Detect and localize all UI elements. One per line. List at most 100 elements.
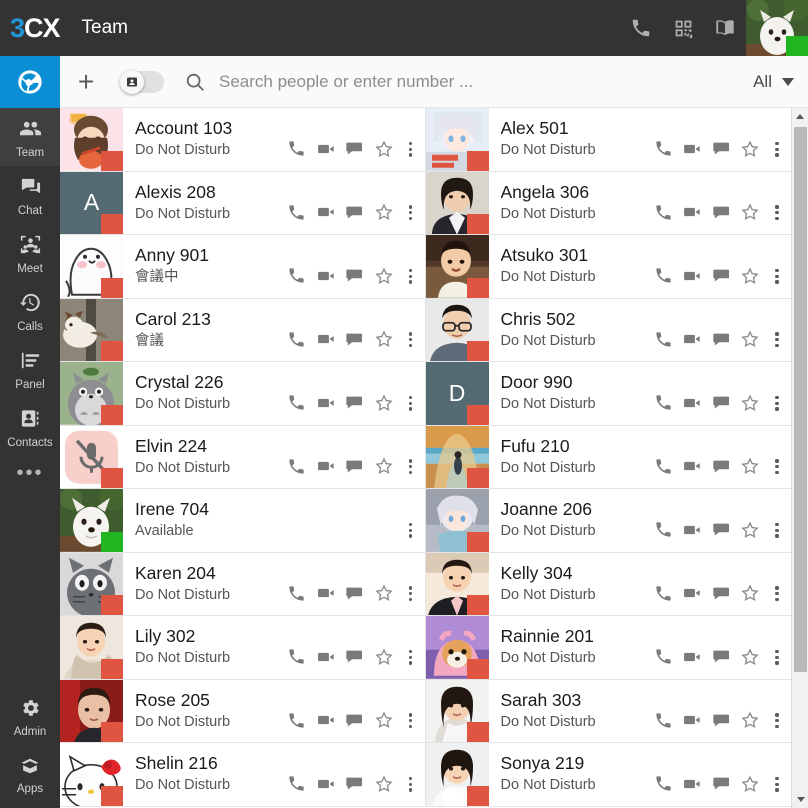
favorite-star-icon[interactable]: [374, 774, 394, 794]
more-options-icon[interactable]: [403, 332, 419, 349]
video-call-icon[interactable]: [682, 710, 702, 730]
favorite-star-icon[interactable]: [374, 583, 394, 603]
contact-row[interactable]: Lily 302 Do Not Disturb: [60, 616, 426, 680]
chat-icon[interactable]: [345, 583, 365, 603]
favorite-star-icon[interactable]: [374, 266, 394, 286]
more-options-icon[interactable]: [403, 395, 419, 413]
contact-avatar[interactable]: [425, 679, 489, 742]
favorite-star-icon[interactable]: [740, 583, 760, 603]
call-icon[interactable]: [653, 520, 673, 540]
favorite-star-icon[interactable]: [740, 266, 760, 286]
favorite-star-icon[interactable]: [740, 520, 760, 540]
3cx-logo-icon[interactable]: 3CX: [10, 13, 61, 44]
contact-row[interactable]: Irene 704 Available: [60, 489, 426, 553]
video-call-icon[interactable]: [682, 266, 702, 286]
sidebar-item-apps[interactable]: Apps: [0, 745, 60, 802]
more-options-icon[interactable]: [769, 141, 785, 159]
more-options-icon[interactable]: [769, 459, 785, 476]
video-call-icon[interactable]: [682, 520, 702, 540]
chat-icon[interactable]: [711, 329, 731, 349]
call-icon[interactable]: [287, 329, 307, 349]
contact-row[interactable]: Atsuko 301 Do Not Disturb: [425, 235, 791, 299]
contact-avatar[interactable]: [60, 108, 123, 171]
add-contact-button[interactable]: +: [60, 56, 112, 108]
video-call-icon[interactable]: [316, 647, 336, 667]
video-call-icon[interactable]: [316, 329, 336, 349]
chat-icon[interactable]: [345, 393, 365, 413]
contact-row[interactable]: Account 103 Do Not Disturb: [60, 108, 426, 172]
contact-avatar[interactable]: [60, 425, 123, 488]
call-icon[interactable]: [653, 329, 673, 349]
call-icon[interactable]: [287, 583, 307, 603]
contact-avatar[interactable]: [60, 616, 123, 679]
call-icon[interactable]: [287, 202, 307, 222]
sidebar-item-calls[interactable]: Calls: [0, 282, 60, 340]
more-options-icon[interactable]: [403, 141, 419, 159]
favorite-star-icon[interactable]: [740, 647, 760, 667]
scrollbar-thumb[interactable]: [794, 127, 807, 672]
contact-row[interactable]: Sonya 219 Do Not Disturb: [425, 743, 791, 807]
contact-row[interactable]: Carol 213 會議: [60, 298, 426, 362]
call-icon[interactable]: [653, 710, 673, 730]
video-call-icon[interactable]: [682, 774, 702, 794]
favorite-star-icon[interactable]: [740, 202, 760, 222]
contact-row[interactable]: Anny 901 會議中: [60, 235, 426, 299]
contact-avatar[interactable]: [60, 362, 123, 425]
chat-icon[interactable]: [711, 202, 731, 222]
contact-row[interactable]: D Door 990 Do Not Disturb: [425, 362, 791, 426]
contact-row[interactable]: Joanne 206 Do Not Disturb: [425, 489, 791, 553]
call-icon[interactable]: [287, 710, 307, 730]
call-icon[interactable]: [653, 139, 673, 159]
contact-row[interactable]: Angela 306 Do Not Disturb: [425, 171, 791, 235]
favorite-star-icon[interactable]: [740, 710, 760, 730]
chat-icon[interactable]: [711, 710, 731, 730]
chat-icon[interactable]: [711, 266, 731, 286]
more-options-icon[interactable]: [769, 268, 785, 286]
more-options-icon[interactable]: [403, 649, 419, 667]
video-call-icon[interactable]: [682, 583, 702, 603]
call-icon[interactable]: [653, 583, 673, 603]
filter-dropdown[interactable]: All: [745, 72, 808, 92]
search-input[interactable]: [219, 71, 746, 92]
more-options-icon[interactable]: [403, 586, 419, 603]
favorite-star-icon[interactable]: [374, 710, 394, 730]
call-icon[interactable]: [653, 647, 673, 667]
more-options-icon[interactable]: [769, 395, 785, 413]
chat-icon[interactable]: [345, 139, 365, 159]
favorite-star-icon[interactable]: [740, 393, 760, 413]
call-icon[interactable]: [287, 647, 307, 667]
contact-avatar[interactable]: [425, 743, 489, 806]
scroll-down-button[interactable]: [792, 791, 808, 808]
chat-icon[interactable]: [345, 202, 365, 222]
contact-avatar[interactable]: A: [60, 171, 123, 234]
contact-avatar[interactable]: [425, 108, 489, 171]
sidebar-item-admin[interactable]: Admin: [0, 688, 60, 745]
more-options-icon[interactable]: [403, 522, 419, 540]
chat-icon[interactable]: [711, 393, 731, 413]
contact-avatar[interactable]: [60, 743, 123, 806]
contact-row[interactable]: Sarah 303 Do Not Disturb: [425, 679, 791, 743]
contact-row[interactable]: Rose 205 Do Not Disturb: [60, 679, 426, 743]
call-icon[interactable]: [653, 202, 673, 222]
contact-avatar[interactable]: [425, 171, 489, 234]
more-options-icon[interactable]: [769, 776, 785, 794]
chat-icon[interactable]: [711, 583, 731, 603]
video-call-icon[interactable]: [682, 393, 702, 413]
more-options-icon[interactable]: [769, 649, 785, 667]
scroll-up-button[interactable]: [792, 108, 808, 125]
contact-row[interactable]: Alex 501 Do Not Disturb: [425, 108, 791, 172]
call-icon[interactable]: [287, 393, 307, 413]
video-call-icon[interactable]: [316, 456, 336, 476]
video-call-icon[interactable]: [682, 139, 702, 159]
contact-row[interactable]: Karen 204 Do Not Disturb: [60, 552, 426, 616]
call-icon[interactable]: [653, 393, 673, 413]
sidebar-item-chat[interactable]: Chat: [0, 166, 60, 224]
contact-row[interactable]: Rainnie 201 Do Not Disturb: [425, 616, 791, 680]
contact-row[interactable]: Elvin 224 Do Not Disturb: [60, 425, 426, 489]
video-call-icon[interactable]: [316, 393, 336, 413]
contact-avatar[interactable]: [425, 489, 489, 552]
contact-avatar[interactable]: [425, 616, 489, 679]
sidebar-more-button[interactable]: •••: [16, 456, 43, 484]
contact-avatar[interactable]: D: [425, 362, 489, 425]
sidebar-item-meet[interactable]: Meet: [0, 224, 60, 282]
